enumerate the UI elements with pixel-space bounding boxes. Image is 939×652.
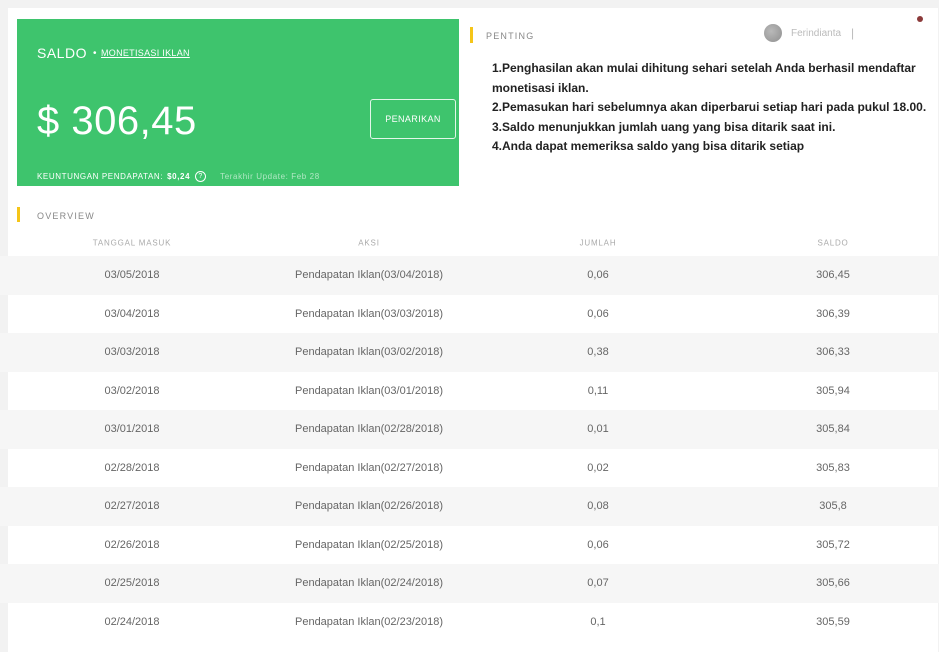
notice-line: 2.Pemasukan hari sebelumnya akan diperba… <box>492 100 927 114</box>
cell-action: Pendapatan Iklan(03/02/2018) <box>294 346 444 359</box>
table-row: 02/24/2018 Pendapatan Iklan(02/23/2018) … <box>0 603 939 642</box>
cell-action: Pendapatan Iklan(02/28/2018) <box>294 423 444 436</box>
cell-balance: 306,39 <box>816 307 850 320</box>
profit-label: KEUNTUNGAN PENDAPATAN: <box>37 172 164 181</box>
user-menu[interactable]: Ferindianta | <box>764 24 854 42</box>
cell-balance: 305,84 <box>816 423 850 436</box>
saldo-amount: $ 306,45 <box>37 99 197 143</box>
overview-accent-bar <box>17 207 20 222</box>
saldo-label: SALDO <box>37 45 87 61</box>
table-row: 03/01/2018 Pendapatan Iklan(02/28/2018) … <box>0 410 939 449</box>
cell-date: 03/02/2018 <box>104 384 160 397</box>
cell-date: 03/01/2018 <box>104 423 160 436</box>
cell-date: 03/05/2018 <box>104 269 160 282</box>
cell-date: 02/28/2018 <box>104 461 160 474</box>
saldo-card: SALDO • MONETISASI IKLAN $ 306,45 PENARI… <box>17 19 459 186</box>
cell-balance: 305,94 <box>816 384 850 397</box>
cell-amount: 0,38 <box>587 346 609 359</box>
cell-amount: 0,01 <box>587 423 609 436</box>
user-separator: | <box>851 26 855 40</box>
withdraw-button[interactable]: PENARIKAN <box>370 99 456 139</box>
cell-amount: 0,06 <box>587 269 609 282</box>
cell-date: 02/27/2018 <box>104 500 160 513</box>
column-header-action: AKSI <box>358 238 380 248</box>
table-row: 03/02/2018 Pendapatan Iklan(03/01/2018) … <box>0 372 939 411</box>
cell-action: Pendapatan Iklan(03/03/2018) <box>294 307 444 320</box>
cell-action: Pendapatan Iklan(02/25/2018) <box>294 538 444 551</box>
table-row: 03/03/2018 Pendapatan Iklan(03/02/2018) … <box>0 333 939 372</box>
table-row: 02/27/2018 Pendapatan Iklan(02/26/2018) … <box>0 487 939 526</box>
cell-amount: 0,1 <box>590 615 606 628</box>
cell-date: 03/03/2018 <box>104 346 160 359</box>
cell-action: Pendapatan Iklan(02/24/2018) <box>294 577 444 590</box>
cell-amount: 0,07 <box>587 577 609 590</box>
cell-amount: 0,02 <box>587 461 609 474</box>
table-header: TANGGAL MASUK AKSI JUMLAH SALDO <box>0 230 939 256</box>
column-header-balance: SALDO <box>817 238 849 248</box>
transactions-table: TANGGAL MASUK AKSI JUMLAH SALDO 03/05/20… <box>0 230 939 641</box>
user-name[interactable]: Ferindianta <box>791 28 841 39</box>
table-row: 02/25/2018 Pendapatan Iklan(02/24/2018) … <box>0 564 939 603</box>
notice-title: PENTING <box>486 31 535 41</box>
cell-date: 03/04/2018 <box>104 307 160 320</box>
cell-balance: 305,59 <box>816 615 850 628</box>
profit-value: $0,24 <box>167 172 191 181</box>
column-header-amount: JUMLAH <box>579 238 617 248</box>
ad-monetization-link[interactable]: MONETISASI IKLAN <box>101 48 190 58</box>
notice-accent-bar <box>470 27 473 43</box>
saldo-header: SALDO • MONETISASI IKLAN <box>37 45 190 61</box>
table-row: 02/28/2018 Pendapatan Iklan(02/27/2018) … <box>0 449 939 488</box>
last-updated-text: Terakhir Update: Feb 28 <box>220 172 320 181</box>
cell-amount: 0,06 <box>587 538 609 551</box>
cell-balance: 306,45 <box>816 269 850 282</box>
notice-line: 3.Saldo menunjukkan jumlah uang yang bis… <box>492 119 836 134</box>
cell-amount: 0,11 <box>587 384 609 397</box>
column-header-date: TANGGAL MASUK <box>92 238 172 248</box>
cell-action: Pendapatan Iklan(03/04/2018) <box>294 269 444 282</box>
important-notice: PENTING 1.Penghasilan akan mulai dihitun… <box>462 19 938 197</box>
cell-amount: 0,06 <box>587 307 609 320</box>
profit-summary: KEUNTUNGAN PENDAPATAN: $0,24 ? Terakhir … <box>37 171 320 182</box>
cell-balance: 305,8 <box>819 500 847 513</box>
cell-action: Pendapatan Iklan(02/23/2018) <box>294 615 444 628</box>
cell-action: Pendapatan Iklan(03/01/2018) <box>294 384 444 397</box>
cell-date: 02/24/2018 <box>104 615 160 628</box>
avatar[interactable] <box>764 24 782 42</box>
cell-action: Pendapatan Iklan(02/27/2018) <box>294 461 444 474</box>
notice-body: 1.Penghasilan akan mulai dihitung sehari… <box>492 59 928 195</box>
notice-line: 4.Anda dapat memeriksa saldo yang bisa d… <box>492 139 805 153</box>
table-row: 02/26/2018 Pendapatan Iklan(02/25/2018) … <box>0 526 939 565</box>
cell-date: 02/26/2018 <box>104 538 160 551</box>
overview-title: OVERVIEW <box>37 211 95 221</box>
notice-line: 1.Penghasilan akan mulai dihitung sehari… <box>492 61 916 95</box>
cell-action: Pendapatan Iklan(02/26/2018) <box>294 500 444 513</box>
notification-dot-icon[interactable] <box>917 16 923 22</box>
table-row: 03/04/2018 Pendapatan Iklan(03/03/2018) … <box>0 295 939 334</box>
cell-amount: 0,08 <box>587 500 609 513</box>
help-icon[interactable]: ? <box>195 171 207 182</box>
cell-balance: 306,33 <box>816 346 850 359</box>
table-row: 03/05/2018 Pendapatan Iklan(03/04/2018) … <box>0 256 939 295</box>
bullet-icon: • <box>92 47 97 59</box>
cell-balance: 305,72 <box>816 538 850 551</box>
cell-date: 02/25/2018 <box>104 577 160 590</box>
cell-balance: 305,83 <box>816 461 850 474</box>
cell-balance: 305,66 <box>816 577 850 590</box>
